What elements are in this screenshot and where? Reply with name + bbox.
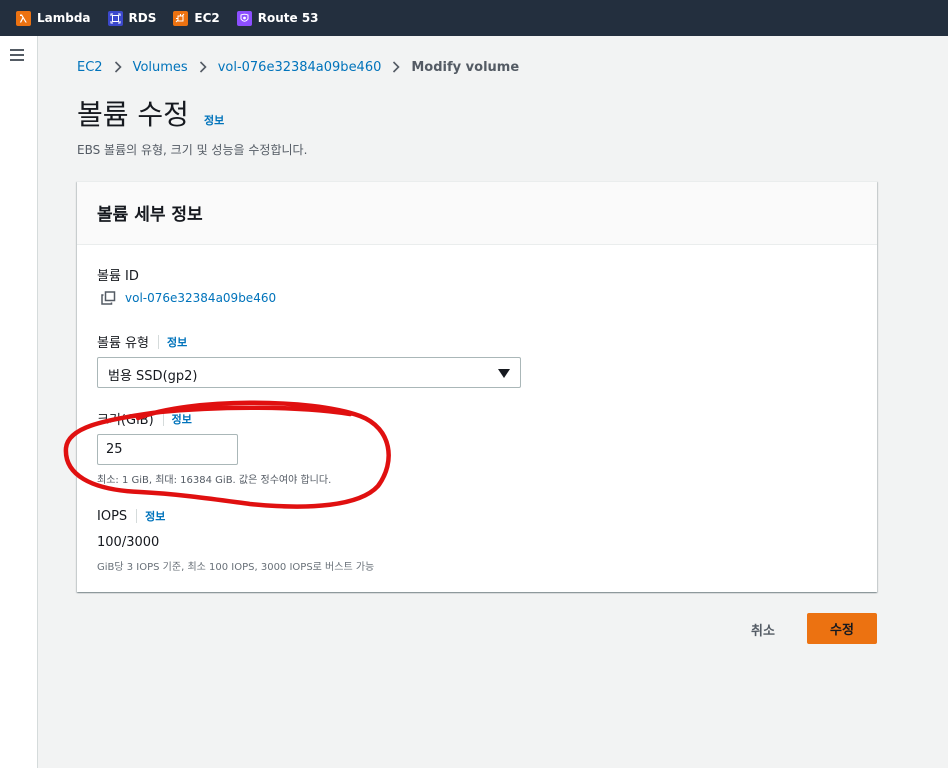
volume-type-label: 볼륨 유형 정보 [97,332,187,351]
chevron-right-icon [392,61,401,73]
favorites-bar: Lambda RDS EC2 Route 53 [0,0,948,36]
modify-button[interactable]: 수정 [807,613,877,644]
breadcrumb-volume-id[interactable]: vol-076e32384a09be460 [218,60,382,75]
size-info-link[interactable]: 정보 [172,411,192,427]
breadcrumb-current: Modify volume [411,59,520,75]
breadcrumb: EC2 Volumes vol-076e32384a09be460 Modify… [77,58,519,76]
chevron-right-icon [199,61,207,73]
iops-info-link[interactable]: 정보 [145,508,165,524]
volume-type-label-text: 볼륨 유형 [97,336,149,351]
page-description: EBS 볼륨의 유형, 크기 및 성능을 수정합니다. [77,143,308,157]
size-constraint-text: 최소: 1 GiB, 최대: 16384 GiB. 값은 정수여야 합니다. [97,475,332,486]
favorite-label: Lambda [37,11,91,25]
volume-type-select[interactable]: 범용 SSD(gp2) [97,357,521,388]
size-input[interactable] [97,434,238,465]
volume-details-panel: 볼륨 세부 정보 볼륨 ID vol-076e32384a09be460 볼륨 … [77,181,877,592]
breadcrumb-volumes[interactable]: Volumes [133,60,188,75]
cancel-button[interactable]: 취소 [735,614,791,644]
header-info-link[interactable]: 정보 [204,112,224,128]
breadcrumb-ec2[interactable]: EC2 [77,60,103,75]
chevron-right-icon [114,61,122,73]
favorite-label: EC2 [194,11,220,25]
favorite-lambda[interactable]: Lambda [16,10,91,26]
route53-icon [236,10,252,26]
divider [136,509,138,523]
panel-header: 볼륨 세부 정보 [77,182,877,245]
volume-id-value: vol-076e32384a09be460 [101,291,276,305]
favorite-label: Route 53 [257,11,319,25]
favorite-rds[interactable]: RDS [107,10,157,26]
volume-type-selected: 범용 SSD(gp2) [108,369,198,384]
volume-id-label-text: 볼륨 ID [97,269,139,284]
lambda-icon [16,10,31,26]
favorite-route53[interactable]: Route 53 [236,10,319,26]
divider [157,334,159,349]
volume-type-info-link[interactable]: 정보 [167,334,187,350]
volume-id-label: 볼륨 ID [97,265,139,284]
page-title: 볼륨 수정 [77,98,189,131]
iops-description: GiB당 3 IOPS 기준, 최소 100 IOPS, 3000 IOPS로 … [97,562,375,573]
divider [162,411,164,426]
iops-value: 100/3000 [97,535,160,550]
size-label-text: 크기(GiB) [97,413,154,428]
side-navigation [0,36,38,768]
caret-down-icon [498,369,510,378]
iops-label: IOPS 정보 [97,508,165,524]
menu-icon[interactable] [10,49,24,61]
iops-label-text: IOPS [97,508,128,524]
size-label: 크기(GiB) 정보 [97,409,192,428]
ec2-icon [173,10,189,26]
favorite-label: RDS [128,11,157,25]
panel-title: 볼륨 세부 정보 [97,205,203,225]
rds-icon [107,10,123,26]
favorite-ec2[interactable]: EC2 [173,10,220,26]
copy-icon[interactable] [101,291,116,305]
volume-id-text[interactable]: vol-076e32384a09be460 [125,291,276,305]
